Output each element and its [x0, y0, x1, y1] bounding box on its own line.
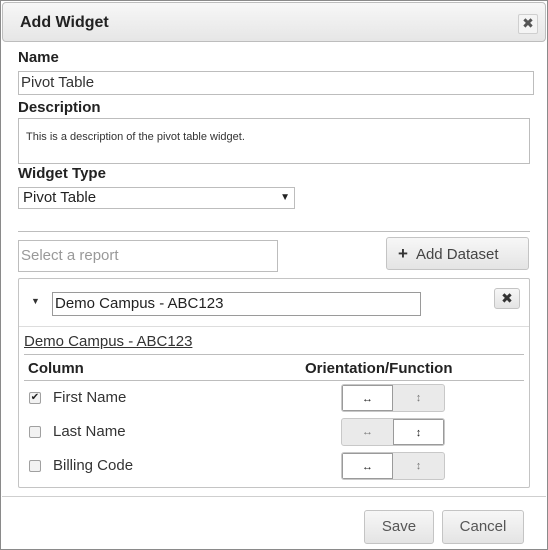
close-icon[interactable]: ✖ [518, 14, 538, 34]
dataset-panel-header: ▼ Demo Campus - ABC123 ✖ [19, 279, 529, 327]
widget-type-selected: Pivot Table [23, 189, 97, 206]
vertical-orientation-icon[interactable]: ↕ [393, 419, 444, 445]
remove-dataset-button[interactable]: ✖ [494, 288, 520, 309]
table-header-rule [24, 380, 524, 381]
dialog-title: Add Widget [20, 14, 109, 31]
orientation-toggle: ↔ ↕ [341, 452, 445, 480]
footer-divider [2, 496, 546, 497]
orientation-toggle: ↔ ↕ [341, 418, 445, 446]
dataset-panel: ▼ Demo Campus - ABC123 ✖ Demo Campus - A… [18, 278, 530, 488]
row-checkbox-billing-code[interactable] [29, 460, 41, 472]
dataset-name-input[interactable]: Demo Campus - ABC123 [52, 292, 421, 316]
caret-down-icon[interactable]: ▼ [31, 296, 40, 306]
orientation-toggle: ↔ ↕ [341, 384, 445, 412]
row-label: Last Name [53, 423, 126, 440]
vertical-orientation-icon[interactable]: ↕ [393, 453, 444, 479]
section-divider [18, 231, 530, 232]
name-label: Name [18, 49, 59, 66]
description-textarea[interactable]: This is a description of the pivot table… [18, 118, 530, 164]
add-dataset-label: Add Dataset [415, 246, 499, 263]
add-widget-dialog: Add Widget ✖ Name Pivot Table Descriptio… [0, 0, 548, 550]
horizontal-orientation-icon[interactable]: ↔ [342, 453, 393, 479]
orientation-header: Orientation/Function [305, 360, 453, 377]
description-label: Description [18, 99, 101, 116]
dialog-titlebar: Add Widget ✖ [2, 2, 546, 42]
cancel-button[interactable]: Cancel [442, 510, 524, 544]
horizontal-orientation-icon[interactable]: ↔ [342, 385, 393, 411]
row-checkbox-first-name[interactable]: ✔ [29, 392, 41, 404]
row-label: First Name [53, 389, 127, 406]
row-checkbox-last-name[interactable] [29, 426, 41, 438]
add-dataset-button[interactable]: + Add Dataset [386, 237, 529, 270]
report-select-input[interactable]: Select a report [18, 240, 278, 272]
vertical-orientation-icon[interactable]: ↕ [393, 385, 444, 411]
column-header: Column [28, 360, 84, 377]
dropdown-arrow-icon: ▼ [280, 192, 290, 203]
widget-type-label: Widget Type [18, 165, 106, 182]
table-top-rule [24, 354, 524, 355]
save-button[interactable]: Save [364, 510, 434, 544]
widget-type-select[interactable]: Pivot Table ▼ [18, 187, 295, 209]
horizontal-orientation-icon[interactable]: ↔ [342, 419, 393, 445]
plus-icon: + [398, 244, 408, 263]
name-input[interactable]: Pivot Table [18, 71, 534, 95]
dataset-link[interactable]: Demo Campus - ABC123 [24, 333, 192, 350]
row-label: Billing Code [53, 457, 134, 474]
